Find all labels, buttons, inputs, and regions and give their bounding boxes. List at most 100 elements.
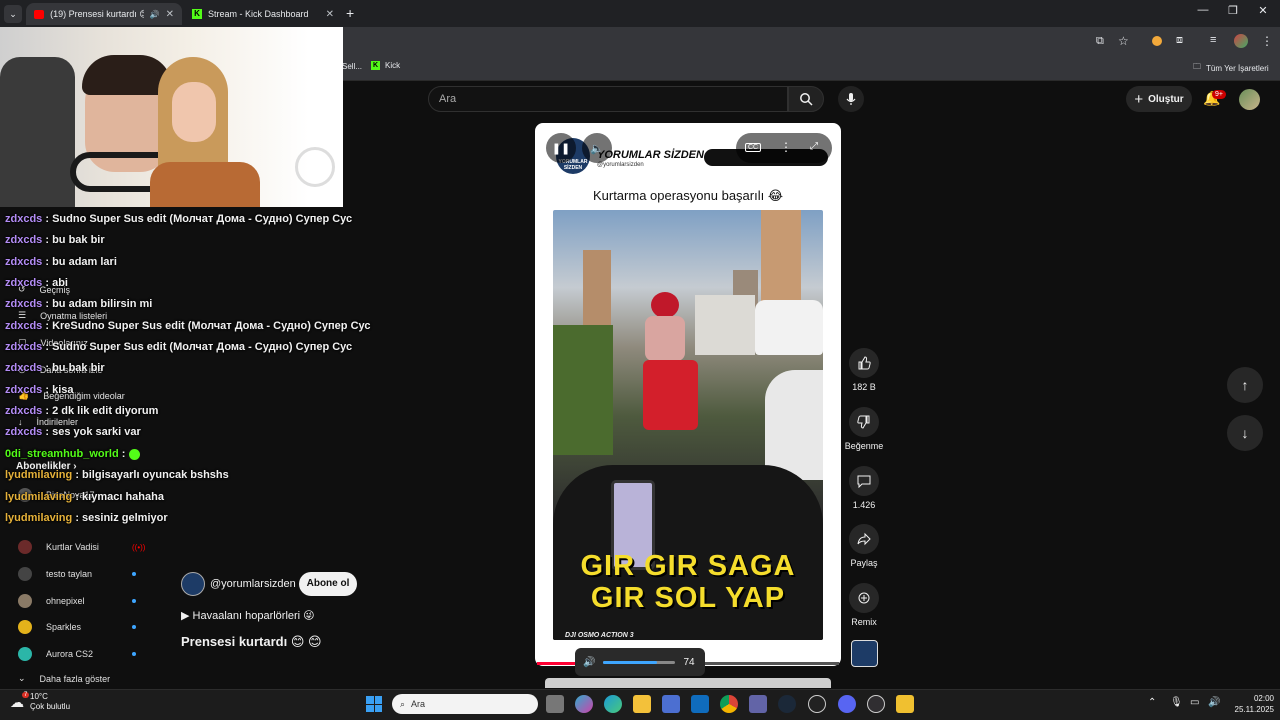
tab-kick[interactable]: K Stream - Kick Dashboard ✕	[184, 3, 342, 25]
arrow-up-icon: ↑	[1241, 377, 1249, 393]
subscribe-button[interactable]: Abone ol	[299, 572, 357, 596]
sidebar-item-aurora[interactable]: Aurora CS2	[18, 647, 136, 661]
chat-username: 0di_streamhub_world	[5, 448, 119, 460]
store-icon[interactable]	[662, 695, 680, 713]
chat-text: : bu adam lari	[45, 256, 117, 268]
steam-icon[interactable]	[778, 695, 796, 713]
install-icon[interactable]: ⧉	[1096, 35, 1104, 48]
create-button[interactable]: + Oluştur	[1126, 86, 1192, 112]
share-button[interactable]	[849, 524, 879, 554]
extension-badge-icon[interactable]	[1152, 36, 1162, 46]
clock-date: 25.11.2025	[1234, 705, 1274, 714]
bookmark-star-icon[interactable]: ☆	[1118, 34, 1129, 48]
weather-temp: 10°C	[30, 692, 48, 701]
task-view-icon[interactable]	[546, 695, 564, 713]
chat-username: zdxcds	[5, 426, 43, 438]
sidebar-item-kurtlar-vadisi[interactable]: Kurtlar Vadisi ((•))	[18, 540, 145, 554]
edge-icon[interactable]	[604, 695, 622, 713]
close-tab-icon[interactable]: ✕	[326, 9, 334, 20]
speaker-icon: 🔊	[583, 656, 596, 668]
outlook-icon[interactable]	[691, 695, 709, 713]
chat-message: zdxcds : kisa	[5, 384, 74, 396]
restore-icon[interactable]: ❐	[1220, 4, 1246, 17]
weather-widget[interactable]: ☁ 10°C Çok bulutlu	[10, 692, 70, 712]
volume-slider[interactable]	[603, 660, 676, 664]
search-input[interactable]: Ara	[428, 86, 788, 112]
short-video-frame[interactable]: GIR GIR SAGA GIR SOL YAP DJI OSMO ACTION…	[553, 210, 823, 640]
bookmark-kick[interactable]: K Kick	[371, 61, 400, 70]
channel-handle[interactable]: @yorumlarsizden	[210, 578, 296, 590]
channel-avatar[interactable]	[181, 572, 205, 596]
new-tab-button[interactable]: +	[346, 5, 354, 21]
copilot-icon[interactable]	[575, 695, 593, 713]
remix-button[interactable]	[849, 583, 879, 613]
thumbs-up-icon	[858, 356, 871, 370]
clock[interactable]: 02:00 25.11.2025	[1222, 693, 1274, 715]
taskbar-search[interactable]: ⌕ Ara	[392, 694, 538, 714]
volume-fill	[603, 660, 657, 664]
account-avatar[interactable]	[1239, 89, 1260, 110]
chat-text: : bu bak bir	[45, 362, 105, 374]
desk-lamp	[295, 147, 335, 187]
voice-search-button[interactable]	[838, 86, 864, 112]
chat-message: zdxcds : 2 dk lik edit diyorum	[5, 405, 158, 417]
reading-list-icon[interactable]: ≡	[1210, 34, 1216, 46]
close-tab-icon[interactable]: ✕	[166, 9, 174, 20]
file-explorer-icon[interactable]	[633, 695, 651, 713]
minimize-icon[interactable]: —	[1190, 4, 1216, 16]
tab-list-button[interactable]: ⌄	[4, 5, 22, 23]
fullscreen-icon[interactable]: ⤢	[810, 141, 818, 152]
profile-avatar[interactable]	[1234, 34, 1248, 48]
chat-text: : sesiniz gelmiyor	[75, 512, 168, 524]
comment-icon	[857, 475, 871, 488]
teams-icon[interactable]	[749, 695, 767, 713]
sidebar-item-label: Oynatma listeleri	[40, 310, 108, 321]
bookmark-sell[interactable]: Sell...	[342, 62, 362, 71]
close-window-icon[interactable]: ✕	[1250, 4, 1276, 17]
sidebar-show-more[interactable]: ⌄ Daha fazla göster	[18, 673, 110, 684]
chrome-icon[interactable]	[720, 695, 738, 713]
app-icon[interactable]	[808, 695, 826, 713]
like-button[interactable]	[849, 348, 879, 378]
volume-popup[interactable]: 🔊 74	[575, 648, 705, 676]
comments-button[interactable]	[849, 466, 879, 496]
captions-icon[interactable]: CC	[745, 143, 762, 152]
chat-username: zdxcds	[5, 298, 43, 310]
all-bookmarks[interactable]: 🗀 Tüm Yer İşaretleri	[1193, 61, 1269, 75]
dislike-button[interactable]	[849, 407, 879, 437]
menu-kebab-icon[interactable]: ⋮	[1261, 34, 1273, 48]
short-title: Prensesi kurtardı 😊 😊	[181, 634, 322, 649]
chat-username: zdxcds	[5, 213, 43, 225]
sidebar-item-sparkles[interactable]: Sparkles	[18, 620, 136, 634]
extensions-icon[interactable]: ⧈	[1176, 34, 1183, 47]
chat-text: : Sudno Super Sus edit (Молчат Дома - Су…	[45, 213, 353, 225]
volume-tray-icon[interactable]: 🔊	[1208, 697, 1220, 708]
sidebar-item-label: ohnepixel	[46, 596, 85, 606]
weather-desc: Çok bulutlu	[30, 702, 71, 711]
rider-helmet	[651, 292, 679, 318]
taskbar-search-label: Ara	[411, 699, 426, 709]
next-short-button[interactable]: ↓	[1227, 415, 1263, 451]
chat-message: zdxcds : Sudno Super Sus edit (Молчат До…	[5, 341, 352, 353]
sidebar-item-ohnepixel[interactable]: ohnepixel	[18, 594, 136, 608]
discord-icon[interactable]	[838, 695, 856, 713]
obs-icon[interactable]	[867, 695, 885, 713]
display-icon[interactable]: ▭	[1190, 697, 1199, 708]
remix-icon	[858, 592, 870, 604]
sidebar-item-testo-taylan[interactable]: testo taylan	[18, 567, 136, 581]
previous-short-button[interactable]: ↑	[1227, 367, 1263, 403]
search-button[interactable]	[788, 86, 824, 112]
tray-chevron-icon[interactable]: ⌃	[1148, 697, 1156, 708]
more-options-icon[interactable]: ⋮	[780, 140, 792, 154]
second-person-face	[172, 82, 216, 142]
pause-button[interactable]: ❚❚	[546, 133, 576, 163]
sound-link[interactable]: ▶ Havaalanı hoparlörleri 😜	[181, 609, 315, 622]
chat-username: zdxcds	[5, 384, 43, 396]
app-icon-2[interactable]	[896, 695, 914, 713]
microphone-icon[interactable]: 🎙	[1170, 697, 1183, 708]
start-button[interactable]	[366, 696, 382, 712]
tab-youtube[interactable]: (19) Prensesi kurtardı 😊 😊 🔊 ✕	[26, 3, 182, 25]
channel-avatar	[18, 594, 32, 608]
volume-button[interactable]: 🔈	[582, 133, 612, 163]
sound-thumbnail[interactable]	[851, 640, 878, 667]
